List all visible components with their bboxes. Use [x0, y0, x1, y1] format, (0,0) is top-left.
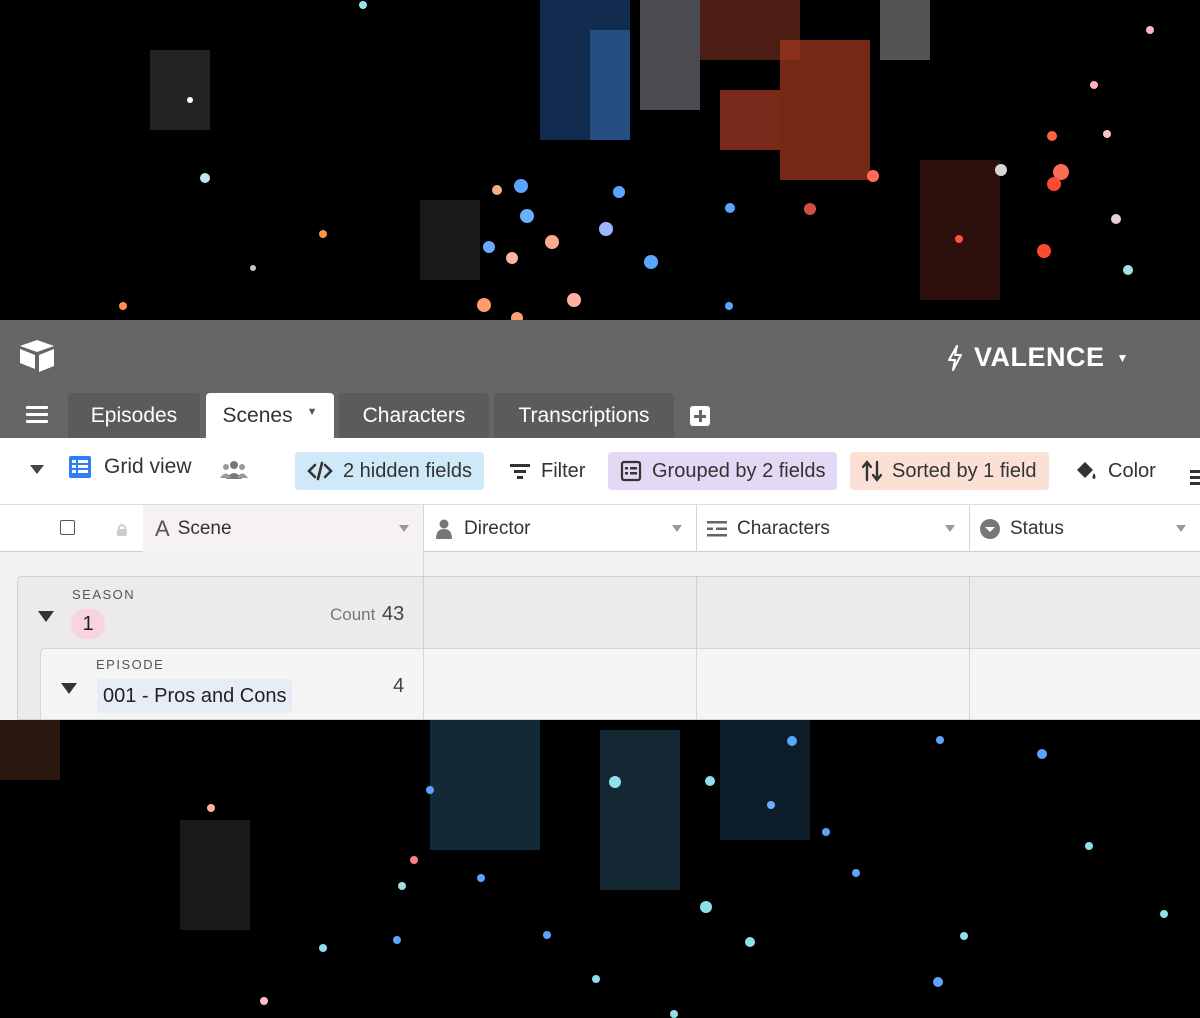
filter-label: Filter	[541, 459, 586, 482]
group-icon	[620, 460, 642, 482]
filter-icon	[510, 464, 530, 479]
hidden-fields-button[interactable]: 2 hidden fields	[295, 452, 484, 490]
episode-count: 4	[393, 675, 405, 697]
column-divider	[969, 649, 970, 719]
season-count: 43	[382, 603, 405, 625]
chevron-down-icon[interactable]	[672, 525, 682, 532]
background-art-bottom	[0, 720, 1200, 1018]
color-label: Color	[1108, 459, 1156, 482]
collapse-triangle-icon[interactable]	[61, 683, 77, 694]
tab-label: Characters	[362, 403, 466, 427]
filter-button[interactable]: Filter	[497, 452, 597, 490]
group-button[interactable]: Grouped by 2 fields	[608, 452, 838, 490]
single-select-icon	[980, 518, 1000, 539]
grid-view-icon	[69, 456, 91, 478]
view-name[interactable]: Grid view	[68, 455, 192, 479]
tab-episodes[interactable]: Episodes	[68, 393, 200, 438]
grid-body: SEASON 1 Count 43 EPISODE 001 - Pros and…	[0, 552, 1200, 720]
tab-label: Scenes	[222, 403, 293, 427]
base-name-switcher[interactable]: VALENCE ▼	[946, 342, 1129, 373]
user-field-icon	[436, 519, 452, 539]
season-badge: 1	[71, 609, 105, 639]
view-name-label: Grid view	[104, 455, 192, 478]
group-heading: SEASON	[72, 587, 136, 602]
column-header-director[interactable]: Director	[424, 505, 697, 552]
multiple-field-icon	[707, 520, 727, 536]
menu-icon[interactable]	[26, 406, 48, 424]
collapse-triangle-icon[interactable]	[38, 611, 54, 622]
tab-label: Transcriptions	[518, 403, 650, 427]
view-switcher-caret-icon[interactable]	[30, 465, 44, 474]
chevron-down-icon[interactable]: ▼	[307, 406, 318, 418]
people-icon[interactable]	[220, 459, 248, 481]
row-select-header	[0, 505, 143, 552]
base-name: VALENCE	[974, 342, 1105, 372]
hidden-fields-icon	[307, 461, 333, 481]
chevron-down-icon[interactable]	[399, 525, 409, 532]
episode-group-header[interactable]: EPISODE 001 - Pros and Cons 4	[40, 648, 1200, 720]
chevron-down-icon[interactable]	[1176, 525, 1186, 532]
airtable-window: VALENCE ▼ Episodes Scenes ▼ Characters T…	[0, 320, 1200, 720]
column-label: Scene	[177, 517, 232, 539]
hidden-fields-label: 2 hidden fields	[343, 459, 472, 482]
chevron-down-icon[interactable]	[945, 525, 955, 532]
episode-chip: 001 - Pros and Cons	[97, 679, 293, 713]
column-header-scene[interactable]: A Scene	[143, 505, 424, 552]
column-label: Status	[1010, 517, 1064, 539]
lock-icon	[117, 524, 127, 536]
column-divider	[696, 649, 697, 719]
sort-label: Sorted by 1 field	[892, 459, 1037, 482]
grid-header: A Scene Director Characters Status	[0, 505, 1200, 552]
column-header-characters[interactable]: Characters	[697, 505, 970, 552]
view-bar: Grid view 2 hidden fields Filter Grouped…	[0, 438, 1200, 505]
sort-button[interactable]: Sorted by 1 field	[850, 452, 1049, 490]
sort-icon	[862, 460, 882, 482]
tab-characters[interactable]: Characters	[339, 393, 489, 438]
column-label: Director	[464, 517, 531, 539]
lightning-icon	[948, 344, 962, 371]
tab-label: Episodes	[90, 403, 178, 427]
background-art-top	[0, 0, 1200, 320]
column-header-status[interactable]: Status	[970, 505, 1200, 552]
text-field-icon: A	[155, 515, 170, 541]
column-label: Characters	[737, 517, 830, 539]
tab-scenes[interactable]: Scenes ▼	[206, 393, 334, 438]
top-bar: VALENCE ▼ Episodes Scenes ▼ Characters T…	[0, 320, 1200, 438]
airtable-logo-icon[interactable]	[18, 339, 56, 373]
paint-bucket-icon	[1077, 462, 1096, 479]
tab-transcriptions[interactable]: Transcriptions	[494, 393, 674, 438]
group-heading: EPISODE	[96, 657, 165, 672]
color-button[interactable]: Color	[1062, 452, 1168, 490]
chevron-down-icon: ▼	[1116, 350, 1129, 365]
group-label: Grouped by 2 fields	[652, 459, 826, 482]
column-divider	[423, 649, 424, 719]
more-icon[interactable]	[1190, 462, 1200, 480]
season-count-label: Count	[330, 605, 376, 624]
add-table-icon[interactable]	[690, 406, 710, 426]
select-all-checkbox[interactable]	[60, 520, 75, 535]
